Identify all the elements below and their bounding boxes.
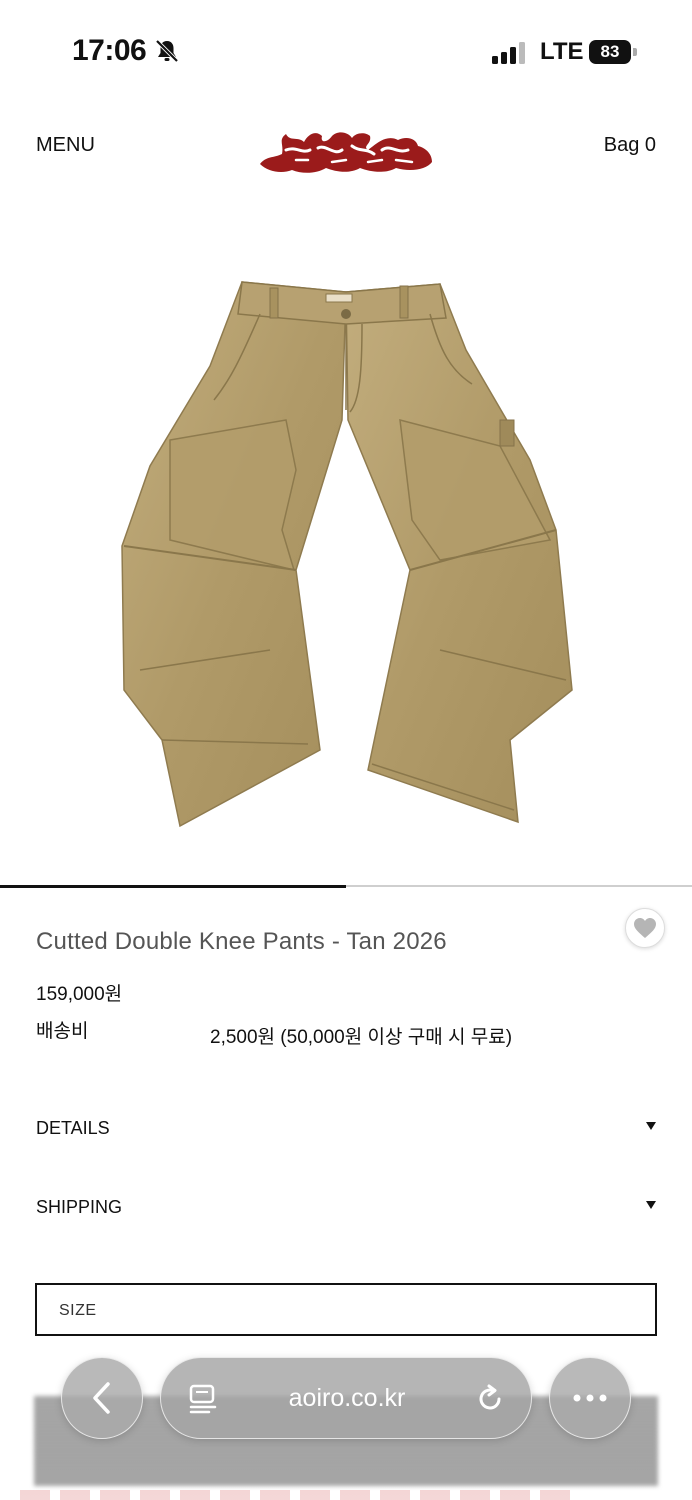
- brand-logo[interactable]: [256, 120, 436, 178]
- network-type: LTE: [540, 38, 584, 65]
- battery-tip: [633, 48, 637, 56]
- battery-icon: 83: [589, 40, 639, 64]
- site-header: MENU Bag 0: [0, 110, 692, 180]
- bag-button[interactable]: Bag 0: [604, 134, 656, 157]
- details-accordion[interactable]: DETAILS: [36, 1118, 656, 1148]
- carousel-progress-fill: [0, 884, 346, 888]
- product-price: 159,000원: [36, 984, 123, 1005]
- size-select[interactable]: SIZE: [35, 1283, 657, 1336]
- heart-icon: [634, 918, 656, 938]
- product-title: Cutted Double Knee Pants - Tan 2026: [36, 928, 447, 955]
- wishlist-button[interactable]: [625, 908, 665, 948]
- more-button[interactable]: [549, 1357, 631, 1439]
- details-label: DETAILS: [36, 1118, 110, 1138]
- shipping-section-label: SHIPPING: [36, 1197, 123, 1217]
- carousel-progress: [0, 884, 692, 888]
- menu-button[interactable]: MENU: [36, 134, 95, 157]
- reload-icon[interactable]: [475, 1384, 505, 1414]
- shipping-accordion[interactable]: SHIPPING: [36, 1197, 656, 1227]
- status-time: 17:06: [72, 34, 147, 67]
- product-image[interactable]: [110, 270, 582, 836]
- back-button[interactable]: [61, 1357, 143, 1439]
- battery-level: 83: [589, 40, 631, 64]
- more-dots-icon: [573, 1394, 607, 1402]
- size-select-label: SIZE: [59, 1302, 97, 1319]
- bell-mute-icon: [155, 39, 179, 63]
- status-bar: 17:06 LTE 83: [0, 0, 692, 100]
- address-bar[interactable]: aoiro.co.kr: [160, 1357, 532, 1439]
- shipping-fee-label: 배송비: [36, 1021, 89, 1042]
- shipping-fee-value: 2,500원 (50,000원 이상 구매 시 무료): [210, 1027, 513, 1048]
- caret-down-icon: [646, 1201, 656, 1209]
- chevron-left-icon: [93, 1382, 110, 1414]
- signal-icon: [492, 42, 525, 64]
- caret-down-icon: [646, 1122, 656, 1130]
